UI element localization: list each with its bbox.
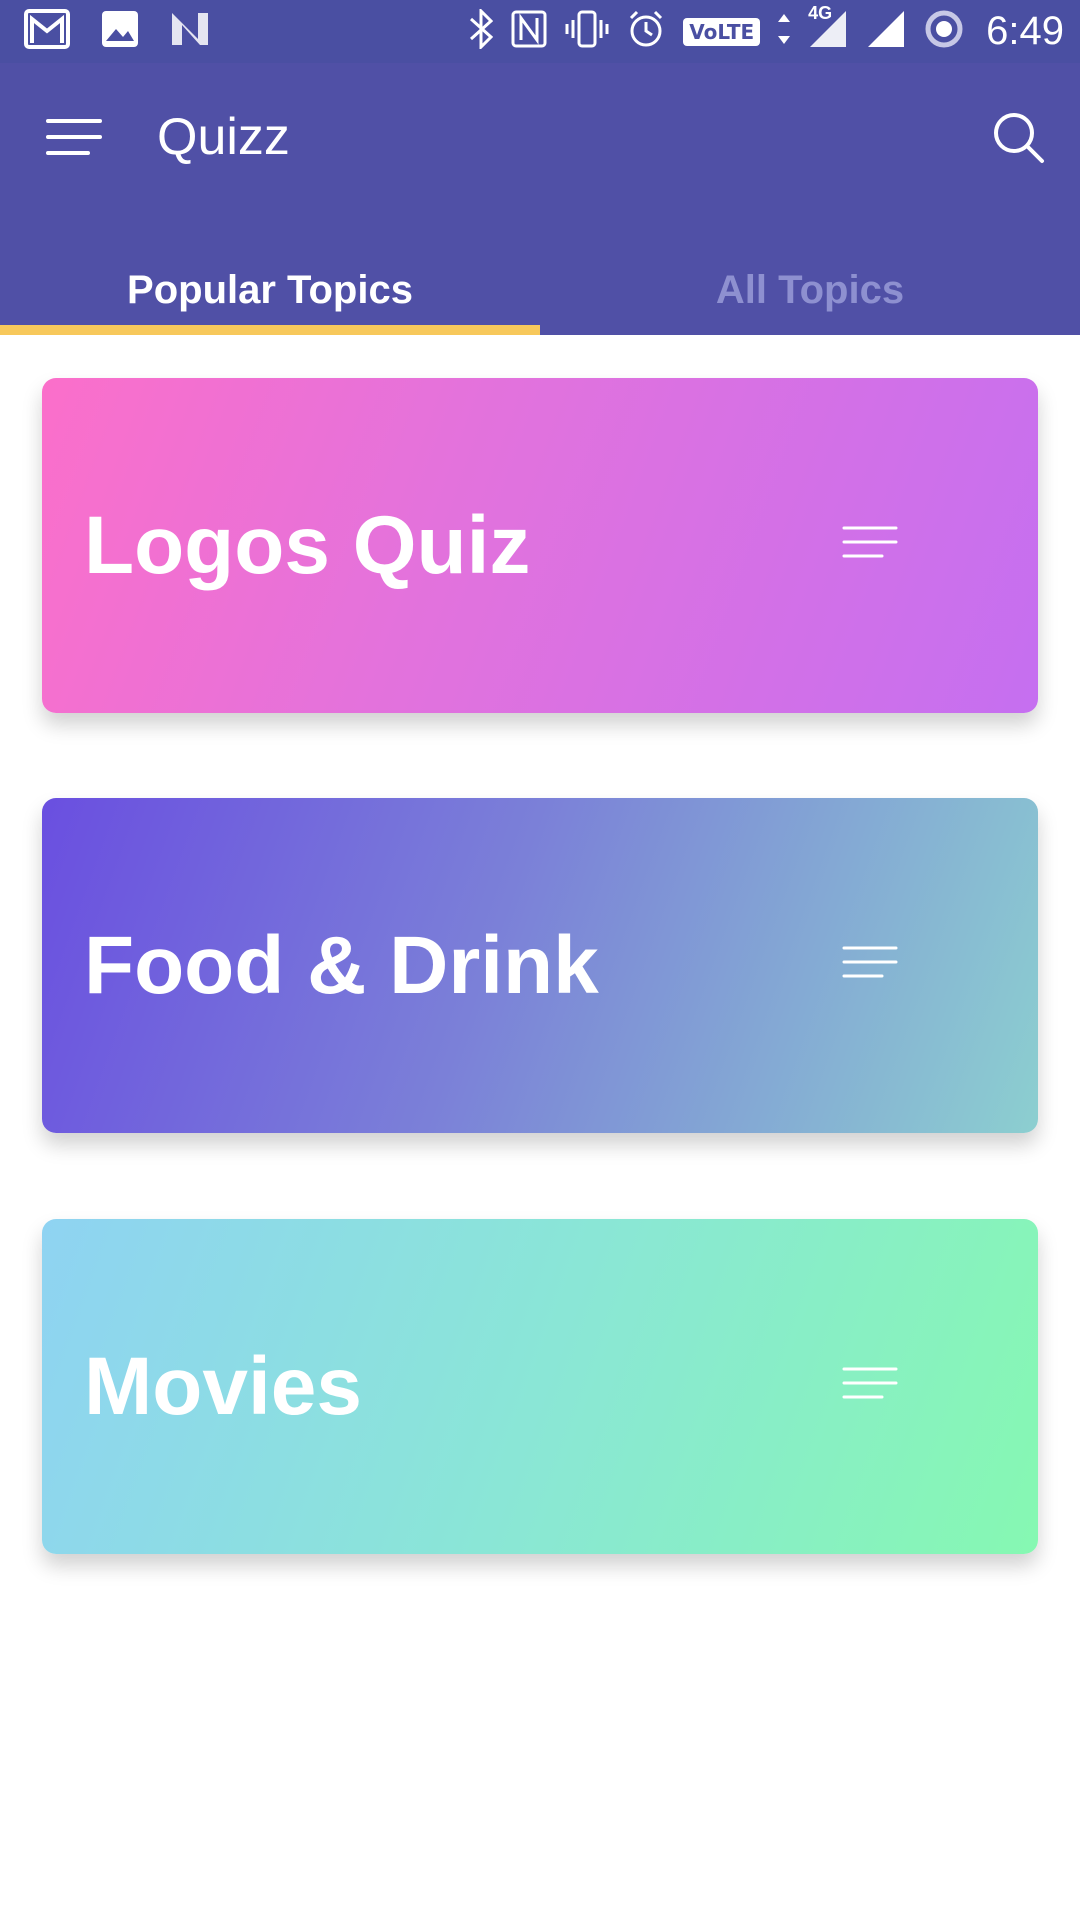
menu-icon (46, 119, 102, 155)
status-right-icons: VoLTE 4G 6:49 (451, 3, 1064, 54)
n-icon (170, 11, 210, 52)
alarm-icon (627, 10, 665, 53)
vibrate-icon (565, 10, 609, 53)
topic-card-logos-quiz[interactable]: Logos Quiz (42, 378, 1038, 713)
search-button[interactable] (988, 107, 1048, 167)
signal-4g-icon: 4G (808, 3, 848, 54)
toolbar: Quizz (0, 63, 1080, 211)
topic-card-movies[interactable]: Movies (42, 1219, 1038, 1554)
list-lines-icon (842, 1367, 898, 1399)
search-icon (994, 113, 1044, 163)
status-time: 6:49 (986, 9, 1064, 53)
status-bar: VoLTE 4G 6:49 (0, 0, 1080, 63)
bluetooth-icon (469, 7, 494, 54)
topic-title: Movies (84, 1340, 362, 1432)
list-lines-icon (842, 526, 898, 558)
topic-title: Food & Drink (84, 919, 599, 1011)
gmail-icon (24, 9, 70, 54)
list-lines-icon (842, 946, 898, 978)
signal-icon (866, 9, 906, 54)
topic-title: Logos Quiz (84, 499, 531, 591)
app-title: Quizz (157, 108, 290, 166)
sync-icon (924, 9, 964, 54)
tab-indicator (0, 325, 540, 335)
image-icon (102, 11, 138, 52)
topic-card-food-drink[interactable]: Food & Drink (42, 798, 1038, 1133)
volte-icon: VoLTE (683, 17, 761, 46)
status-left-icons (24, 9, 242, 54)
app-bar: Quizz Popular Topics All Topics (0, 63, 1080, 335)
network-type-label: 4G (808, 3, 833, 23)
nfc-icon (511, 10, 547, 53)
tab-all-topics[interactable]: All Topics (540, 268, 1080, 335)
menu-button[interactable] (44, 115, 104, 159)
data-arrows-icon (778, 14, 791, 49)
